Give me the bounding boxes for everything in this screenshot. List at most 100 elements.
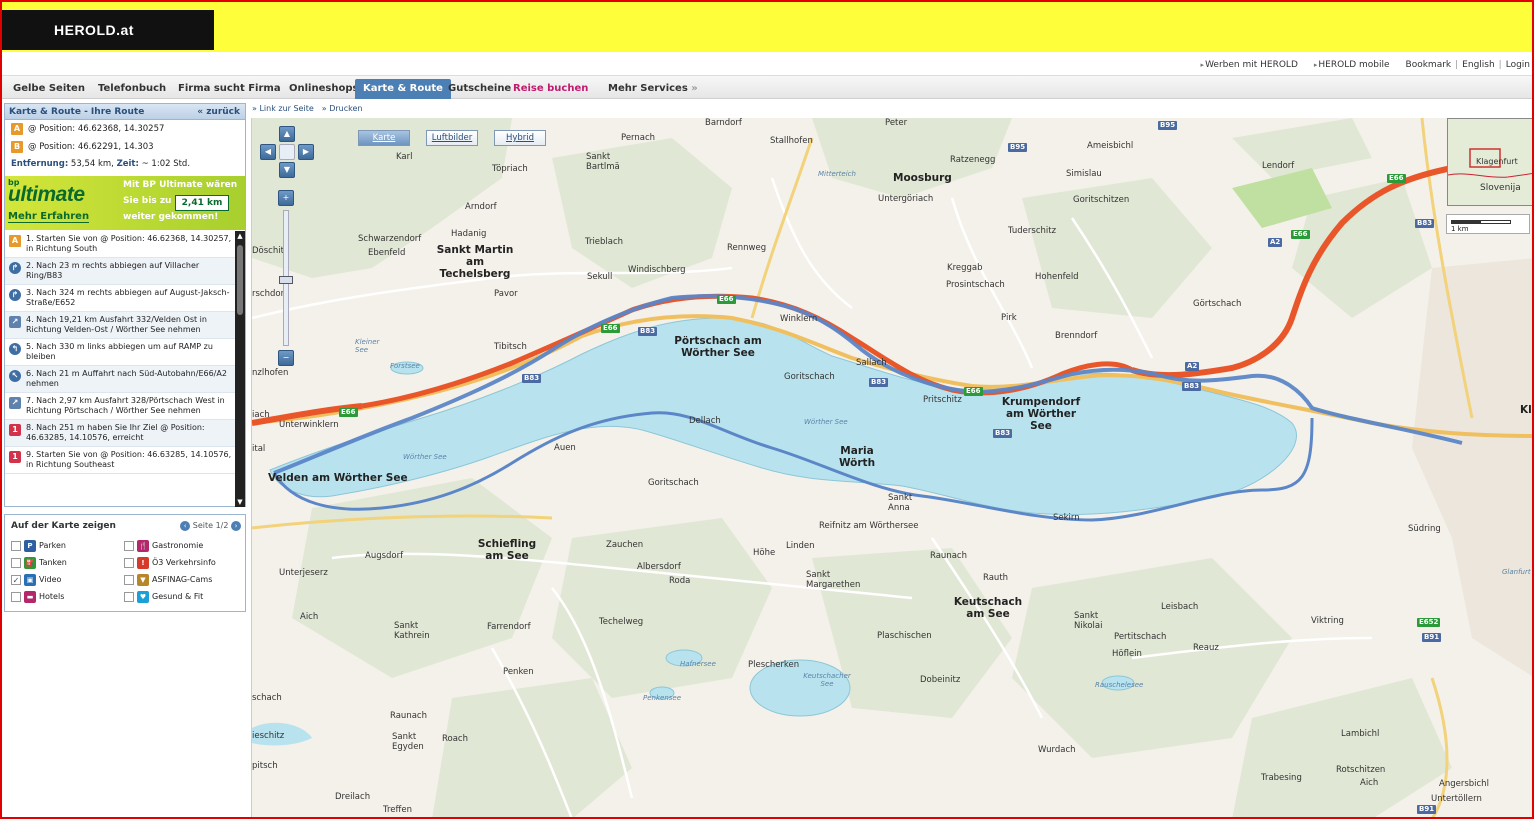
scroll-down-icon[interactable]: ▼ — [235, 497, 245, 507]
lake-label: Glanfurt — [1502, 568, 1531, 576]
road-shield: E66 — [1291, 230, 1310, 239]
checkbox[interactable] — [11, 592, 21, 602]
pan-left-icon[interactable]: ◀ — [260, 144, 276, 160]
pan-up-icon[interactable]: ▲ — [279, 126, 295, 142]
place-label: pitsch — [252, 761, 278, 771]
pan-down-icon[interactable]: ▼ — [279, 162, 295, 178]
maptype-luftbilder-button[interactable]: Luftbilder — [426, 130, 478, 146]
poi-gastronomie[interactable]: 🍴 Gastronomie — [124, 539, 203, 553]
scroll-up-icon[interactable]: ▲ — [235, 231, 245, 241]
checkbox[interactable] — [11, 541, 21, 551]
werben-link[interactable]: ▸Werben mit HEROLD — [1201, 60, 1298, 70]
place-label: Dellach — [689, 416, 721, 426]
tab-reise-buchen[interactable]: Reise buchen — [513, 79, 588, 99]
herold-logo[interactable]: HEROLD.at — [2, 10, 214, 50]
poi-asfinag[interactable]: ▼ ASFINAG-Cams — [124, 573, 212, 587]
maptype-karte-button[interactable]: Karte — [358, 130, 410, 146]
prev-page-icon[interactable]: ‹ — [180, 520, 191, 531]
bp-ultimate-ad[interactable]: bp ultimate Mehr Erfahren Mit BP Ultimat… — [5, 176, 245, 230]
poi-parken[interactable]: P Parken — [11, 539, 66, 553]
poi-label: ASFINAG-Cams — [152, 575, 213, 584]
place-label: Pertitschach — [1114, 632, 1167, 642]
map-canvas[interactable]: Barndorf Pernach Stallhofen Peter Ameisb… — [251, 118, 1534, 819]
tab-onlineshops[interactable]: Onlineshops — [289, 79, 358, 99]
next-page-icon[interactable]: › — [231, 520, 241, 531]
bookmark-link[interactable]: Bookmark — [1406, 60, 1452, 70]
step-text: 1. Starten Sie von @ Position: 46.62368,… — [26, 234, 232, 253]
checkbox[interactable] — [11, 558, 21, 568]
maptype-hybrid-button[interactable]: Hybrid — [494, 130, 546, 146]
login-link[interactable]: Login — [1506, 60, 1530, 70]
place-label: Wurdach — [1038, 745, 1076, 755]
route-step[interactable]: ↱ 2. Nach 23 m rechts abbiegen auf Villac… — [5, 258, 235, 285]
route-step[interactable]: 1 9. Starten Sie von @ Position: 46.63285… — [5, 447, 235, 474]
overview-minimap[interactable]: Klagenfurt Slovenija — [1447, 118, 1534, 206]
place-label: Ameisbichl — [1087, 141, 1134, 151]
steps-scrollbar[interactable]: ▲ ▼ — [235, 231, 245, 507]
tab-mehr-services[interactable]: Mehr Services » — [608, 79, 698, 99]
place-label-major: Kl — [1520, 404, 1532, 416]
zoom-in-icon[interactable]: + — [278, 190, 294, 206]
place-label: Dobeinitz — [920, 675, 961, 685]
place-label: Sekirn — [1053, 513, 1080, 523]
mobile-link[interactable]: ▸HEROLD mobile — [1314, 60, 1390, 70]
pager-text: Seite 1/2 — [192, 521, 229, 530]
start-position[interactable]: A @ Position: 46.62368, 14.30257 — [5, 120, 245, 138]
fuel-icon: ⛽ — [24, 557, 36, 569]
place-label: Reifnitz am Wörthersee — [819, 521, 919, 531]
scroll-thumb[interactable] — [237, 245, 243, 315]
place-label: Simislau — [1066, 169, 1102, 179]
tab-firma-sucht-firma[interactable]: Firma sucht Firma — [178, 79, 281, 99]
poi-tanken[interactable]: ⛽ Tanken — [11, 556, 67, 570]
back-link[interactable]: « zurück — [197, 104, 240, 120]
destination-flag-icon: 1 — [9, 451, 21, 463]
tab-telefonbuch[interactable]: Telefonbuch — [98, 79, 166, 99]
link-to-page[interactable]: » Link zur Seite — [252, 104, 314, 118]
place-label: Sekull — [587, 272, 613, 282]
checkbox[interactable] — [124, 558, 134, 568]
route-step[interactable]: ↗ 4. Nach 19,21 km Ausfahrt 332/Velden Os… — [5, 312, 235, 339]
place-label-major: Keutschach am See — [953, 596, 1023, 620]
mehr-erfahren-link[interactable]: Mehr Erfahren — [8, 211, 90, 223]
place-label: Albersdorf — [637, 562, 681, 572]
poi-verkehrsinfo[interactable]: ! Ö3 Verkehrsinfo — [124, 556, 216, 570]
route-step[interactable]: ↗ 7. Nach 2,97 km Ausfahrt 328/Pörtschach… — [5, 393, 235, 420]
tab-gutscheine[interactable]: Gutscheine — [448, 79, 511, 99]
place-label-major: Sankt Martin am Techelsberg — [436, 244, 514, 280]
place-label: Winklern — [780, 314, 818, 324]
pan-center-icon[interactable] — [279, 144, 295, 160]
end-position[interactable]: B @ Position: 46.62291, 14.303 — [5, 138, 245, 156]
english-link[interactable]: English — [1462, 60, 1495, 70]
map-type-switcher: Karte Luftbilder Hybrid — [358, 130, 546, 146]
road-shield: B83 — [522, 374, 542, 383]
route-step[interactable]: 1 8. Nach 251 m haben Sie Ihr Ziel @ Posi… — [5, 420, 235, 447]
pan-right-icon[interactable]: ▶ — [298, 144, 314, 160]
poi-gesund[interactable]: ♥ Gesund & Fit — [124, 590, 203, 604]
route-step[interactable]: ↰ 5. Nach 330 m links abbiegen um auf RAM… — [5, 339, 235, 366]
route-summary: Entfernung: 53,54 km, Zeit: ~ 1:02 Std. — [5, 156, 245, 172]
tab-gelbe-seiten[interactable]: Gelbe Seiten — [13, 79, 85, 99]
print-link[interactable]: » Drucken — [322, 104, 363, 118]
route-panel-title: Karte & Route - Ihre Route — [9, 107, 145, 117]
zoom-out-icon[interactable]: − — [278, 350, 294, 366]
checkbox[interactable] — [124, 541, 134, 551]
tab-karte-route[interactable]: Karte & Route — [355, 79, 451, 99]
route-step[interactable]: A 1. Starten Sie von @ Position: 46.62368… — [5, 231, 235, 258]
route-panel-header: Karte & Route - Ihre Route « zurück — [5, 104, 245, 120]
zoom-handle[interactable] — [279, 276, 293, 284]
road-shield: B91 — [1417, 805, 1437, 814]
poi-video[interactable]: ✓ ▣ Video — [11, 573, 61, 587]
ad-line3: weiter gekommen! — [123, 212, 219, 222]
place-label: Sankt Nikolai — [1074, 611, 1103, 631]
route-step[interactable]: ↖ 6. Nach 21 m Auffahrt nach Süd-Autobahn… — [5, 366, 235, 393]
road-shield: A2 — [1185, 362, 1200, 371]
checkbox-checked[interactable]: ✓ — [11, 575, 21, 585]
place-label: Aich — [300, 612, 319, 622]
start-flag-icon: A — [9, 235, 21, 247]
place-label: Sankt Egyden — [392, 732, 424, 752]
checkbox[interactable] — [124, 592, 134, 602]
time-value: ~ 1:02 Std. — [141, 159, 191, 169]
route-step[interactable]: ↱ 3. Nach 324 m rechts abbiegen auf Augus… — [5, 285, 235, 312]
checkbox[interactable] — [124, 575, 134, 585]
poi-hotels[interactable]: ▬ Hotels — [11, 590, 64, 604]
